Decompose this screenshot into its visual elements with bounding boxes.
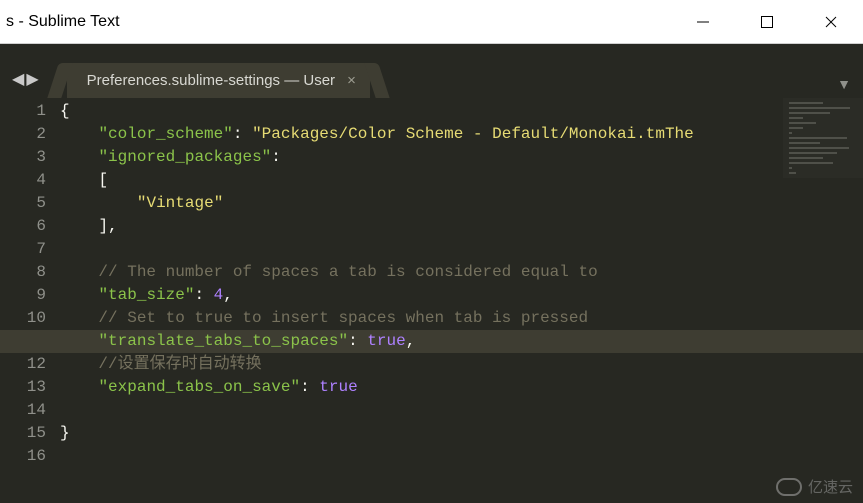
tab-nav-arrows: ◀ ▶	[6, 72, 47, 98]
line-number: 8	[0, 261, 46, 284]
nav-forward-icon[interactable]: ▶	[26, 72, 38, 88]
close-icon	[824, 15, 838, 29]
editor-area: ◀ ▶ Preferences.sublime-settings — User …	[0, 44, 863, 503]
minimap-preview	[783, 98, 863, 181]
tab-close-icon[interactable]: ×	[347, 72, 356, 89]
line-number: 9	[0, 284, 46, 307]
code-line[interactable]: //设置保存时自动转换	[60, 353, 694, 376]
line-number: 6	[0, 215, 46, 238]
line-number: 16	[0, 445, 46, 468]
close-button[interactable]	[799, 0, 863, 43]
watermark-text: 亿速云	[808, 476, 853, 497]
code-line[interactable]: "tab_size": 4,	[60, 284, 694, 307]
code-content[interactable]: { "color_scheme": "Packages/Color Scheme…	[60, 98, 694, 468]
code-line[interactable]: // Set to true to insert spaces when tab…	[60, 307, 694, 330]
line-number: 2	[0, 123, 46, 146]
code-line[interactable]: {	[60, 100, 694, 123]
line-number: 10	[0, 307, 46, 330]
tab-menu-icon[interactable]: ▼	[837, 76, 851, 92]
code-line[interactable]	[60, 238, 694, 261]
code-line[interactable]	[60, 445, 694, 468]
line-number: 12	[0, 353, 46, 376]
tab-label: Preferences.sublime-settings — User	[87, 72, 335, 89]
line-number: 13	[0, 376, 46, 399]
minimap[interactable]	[783, 98, 863, 178]
code-line[interactable]: "expand_tabs_on_save": true	[60, 376, 694, 399]
line-number: 3	[0, 146, 46, 169]
code-line[interactable]: }	[60, 422, 694, 445]
cloud-icon	[776, 478, 802, 496]
code-area[interactable]: 12345678910111213141516 { "color_scheme"…	[0, 98, 863, 468]
code-line[interactable]: "Vintage"	[60, 192, 694, 215]
code-line[interactable]: "color_scheme": "Packages/Color Scheme -…	[60, 123, 694, 146]
code-line[interactable]	[60, 399, 694, 422]
line-number: 5	[0, 192, 46, 215]
code-line[interactable]: ],	[60, 215, 694, 238]
minimize-button[interactable]	[671, 0, 735, 43]
watermark: 亿速云	[776, 476, 853, 497]
window-title: s - Sublime Text	[6, 13, 120, 31]
code-line[interactable]: "ignored_packages":	[60, 146, 694, 169]
line-number: 14	[0, 399, 46, 422]
minimize-icon	[696, 15, 710, 29]
window-controls	[671, 0, 863, 43]
code-line[interactable]: [	[60, 169, 694, 192]
maximize-icon	[760, 15, 774, 29]
gutter: 12345678910111213141516	[0, 98, 60, 468]
line-number: 4	[0, 169, 46, 192]
tab-preferences[interactable]: Preferences.sublime-settings — User ×	[67, 63, 370, 98]
line-number: 1	[0, 100, 46, 123]
nav-back-icon[interactable]: ◀	[12, 72, 24, 88]
tab-strip: ◀ ▶ Preferences.sublime-settings — User …	[0, 58, 863, 98]
line-number: 7	[0, 238, 46, 261]
code-line[interactable]: // The number of spaces a tab is conside…	[60, 261, 694, 284]
line-number: 15	[0, 422, 46, 445]
window-titlebar: s - Sublime Text	[0, 0, 863, 44]
maximize-button[interactable]	[735, 0, 799, 43]
code-line[interactable]: "translate_tabs_to_spaces": true,	[60, 330, 694, 353]
